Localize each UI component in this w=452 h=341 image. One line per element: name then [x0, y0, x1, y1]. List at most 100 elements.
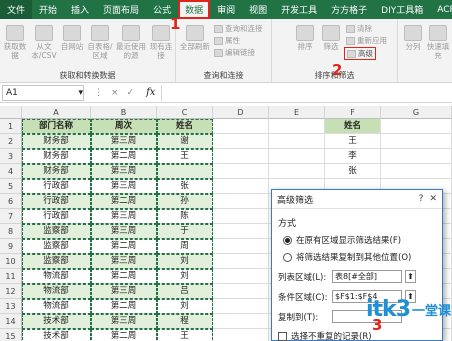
table-cell[interactable]: 刘 — [157, 299, 213, 314]
table-cell[interactable]: 刘 — [157, 269, 213, 284]
tab-data[interactable]: 数据 — [178, 0, 211, 19]
select-all-corner[interactable] — [0, 106, 22, 119]
column-header-a[interactable]: A — [22, 106, 91, 119]
table-cell[interactable]: 于 — [157, 224, 213, 239]
table-cell[interactable]: 吕 — [157, 284, 213, 299]
cell[interactable] — [213, 284, 269, 299]
cell[interactable] — [213, 299, 269, 314]
radio-copy-to[interactable]: 将筛选结果复制到其他位置(O) — [283, 251, 436, 263]
criteria-header-cell[interactable]: 姓名 — [325, 119, 381, 134]
advanced-filter-button[interactable]: 高级 — [344, 47, 376, 60]
table-cell[interactable]: 谢 — [157, 134, 213, 149]
cell[interactable] — [381, 134, 452, 149]
table-cell[interactable]: 第三周 — [91, 284, 157, 299]
cell[interactable] — [213, 119, 269, 134]
queries-connections-button[interactable]: 查询和连接 — [214, 23, 263, 34]
cell[interactable] — [269, 119, 325, 134]
cell[interactable] — [213, 134, 269, 149]
column-header-f[interactable]: F — [325, 106, 381, 119]
row-header-4[interactable]: 4 — [0, 164, 22, 179]
cell[interactable] — [213, 194, 269, 209]
table-cell[interactable]: 物流部 — [22, 284, 91, 299]
row-header-1[interactable]: 1 — [0, 119, 22, 134]
cell[interactable] — [213, 239, 269, 254]
cell[interactable] — [213, 164, 269, 179]
get-data-button[interactable]: 获取数据 — [2, 25, 28, 60]
column-header-c[interactable]: C — [157, 106, 213, 119]
cell[interactable] — [213, 149, 269, 164]
reapply-button[interactable]: 重新应用 — [346, 35, 387, 46]
table-cell[interactable]: 第三周 — [91, 134, 157, 149]
refresh-all-button[interactable]: 全部刷新 — [178, 25, 212, 51]
cell[interactable] — [381, 119, 452, 134]
table-cell[interactable]: 物流部 — [22, 269, 91, 284]
table-header-cell[interactable]: 周次 — [91, 119, 157, 134]
table-cell[interactable]: 技术部 — [22, 329, 91, 341]
row-header-3[interactable]: 3 — [0, 149, 22, 164]
row-header-5[interactable]: 5 — [0, 179, 22, 194]
tab-acr[interactable]: ACR — [430, 0, 452, 19]
table-cell[interactable]: 王 — [157, 329, 213, 341]
filter-button[interactable]: 筛选 — [320, 25, 342, 51]
properties-button[interactable]: 属性 — [214, 35, 240, 46]
list-range-input[interactable]: 表8[#全部] — [332, 270, 402, 283]
table-cell[interactable]: 物流部 — [22, 299, 91, 314]
table-cell[interactable]: 技术部 — [22, 314, 91, 329]
cell[interactable] — [269, 149, 325, 164]
tab-review[interactable]: 审阅 — [210, 0, 242, 19]
column-header-g[interactable]: G — [381, 106, 452, 119]
range-picker-icon[interactable]: ⬆ — [405, 270, 416, 283]
radio-button[interactable] — [283, 252, 292, 262]
table-cell[interactable]: 第三周 — [91, 179, 157, 194]
table-cell[interactable]: 财务部 — [22, 149, 91, 164]
formula-input[interactable] — [161, 84, 452, 101]
cell[interactable] — [213, 209, 269, 224]
criteria-cell[interactable]: 王 — [325, 134, 381, 149]
sort-button[interactable]: 排序 — [294, 25, 316, 51]
row-header-12[interactable]: 12 — [0, 284, 22, 299]
cell[interactable] — [213, 329, 269, 341]
from-text-csv-button[interactable]: 从文本/CSV — [30, 25, 58, 60]
from-table-button[interactable]: 自表格/区域 — [86, 25, 114, 60]
text-to-columns-button[interactable]: 分列 — [402, 25, 424, 51]
table-cell[interactable]: 第三周 — [91, 314, 157, 329]
row-header-9[interactable]: 9 — [0, 239, 22, 254]
checkbox[interactable] — [278, 331, 287, 341]
tab-developer[interactable]: 开发工具 — [274, 0, 324, 19]
table-cell[interactable]: 行政部 — [22, 179, 91, 194]
tab-view[interactable]: 视图 — [242, 0, 274, 19]
cell[interactable] — [213, 224, 269, 239]
unique-records-checkbox[interactable]: 选择不重复的记录(R) — [278, 330, 436, 341]
tab-home[interactable]: 开始 — [32, 0, 64, 19]
table-cell[interactable]: 监察部 — [22, 224, 91, 239]
cell[interactable] — [381, 164, 452, 179]
cell[interactable] — [213, 269, 269, 284]
table-cell[interactable]: 第三周 — [91, 224, 157, 239]
row-header-15[interactable]: 15 — [0, 329, 22, 341]
row-header-8[interactable]: 8 — [0, 224, 22, 239]
cell[interactable] — [213, 314, 269, 329]
table-cell[interactable]: 第二周 — [91, 239, 157, 254]
clear-filter-button[interactable]: 清除 — [346, 23, 372, 34]
table-header-cell[interactable]: 姓名 — [157, 119, 213, 134]
tab-file[interactable]: 文件 — [0, 0, 33, 19]
from-web-button[interactable]: 自网站 — [60, 25, 84, 51]
criteria-cell[interactable]: 张 — [325, 164, 381, 179]
table-cell[interactable]: 张 — [157, 179, 213, 194]
table-cell[interactable]: 孙 — [157, 194, 213, 209]
table-cell[interactable]: 第三周 — [91, 209, 157, 224]
row-header-14[interactable]: 14 — [0, 314, 22, 329]
table-cell[interactable]: 第二周 — [91, 329, 157, 341]
row-header-6[interactable]: 6 — [0, 194, 22, 209]
row-header-13[interactable]: 13 — [0, 299, 22, 314]
table-cell[interactable]: 周 — [157, 239, 213, 254]
row-header-11[interactable]: 11 — [0, 269, 22, 284]
table-cell[interactable]: 刘 — [157, 254, 213, 269]
tab-diy-toolbox[interactable]: DIY工具箱 — [374, 0, 430, 19]
column-header-d[interactable]: D — [213, 106, 269, 119]
table-cell[interactable]: 第二周 — [91, 299, 157, 314]
tab-insert[interactable]: 插入 — [64, 0, 96, 19]
recent-sources-button[interactable]: 最近使用的源 — [116, 25, 146, 60]
cell[interactable] — [213, 254, 269, 269]
tab-page-layout[interactable]: 页面布局 — [96, 0, 146, 19]
